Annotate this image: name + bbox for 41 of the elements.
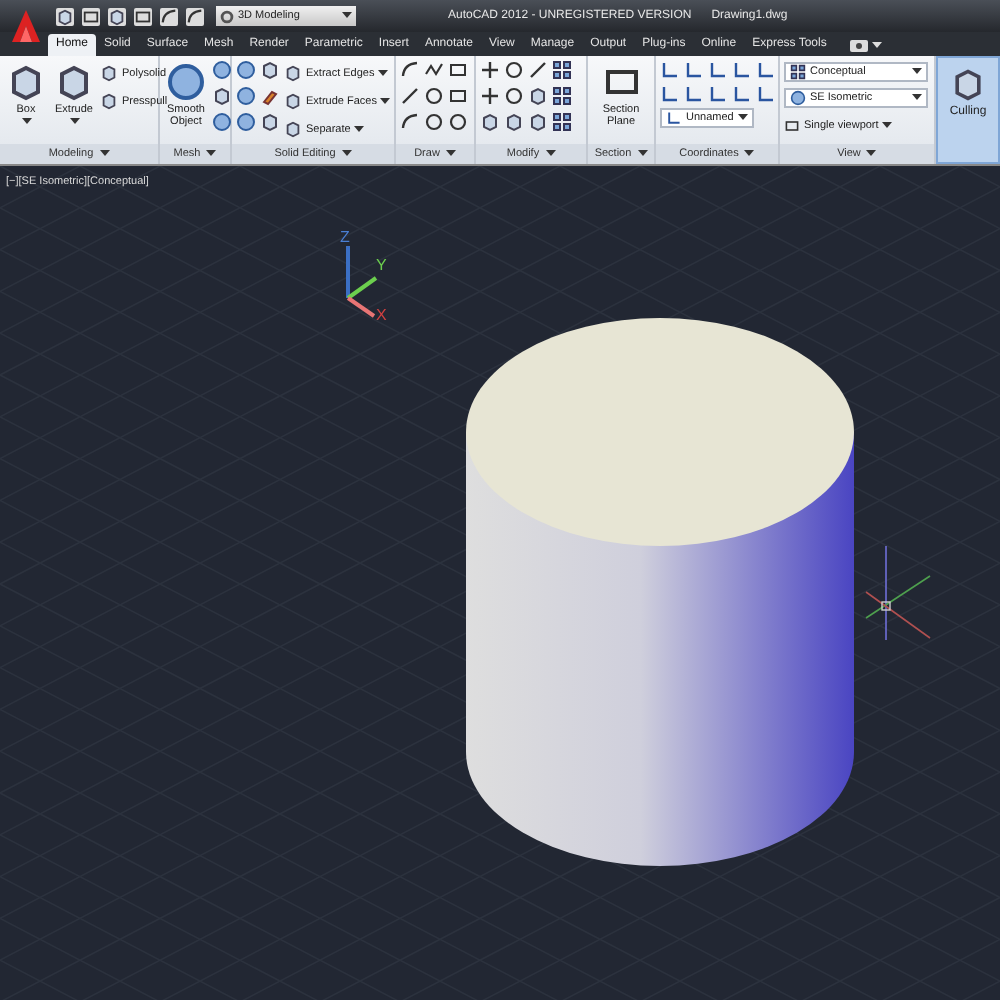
crosshair-cursor-icon (865, 545, 931, 641)
caret-icon (206, 150, 217, 158)
circle-icon[interactable] (504, 60, 524, 80)
ribbon-options-button[interactable] (850, 34, 883, 56)
arc-icon[interactable] (400, 60, 420, 80)
caret-icon (872, 41, 883, 49)
caret-icon (866, 150, 877, 158)
rectangle-icon[interactable] (784, 117, 800, 133)
caret-icon (637, 150, 648, 158)
array-icon[interactable] (552, 60, 572, 80)
polyline-icon[interactable] (424, 60, 444, 80)
array-icon[interactable] (552, 112, 572, 132)
brush-icon[interactable] (260, 86, 280, 106)
caret-icon (341, 150, 352, 158)
arc-icon[interactable] (186, 7, 204, 25)
sphere-icon[interactable] (790, 90, 806, 106)
arc-icon[interactable] (400, 112, 420, 132)
move-icon[interactable] (480, 86, 500, 106)
caret-icon (744, 150, 755, 158)
ucs-axes-icon (346, 246, 378, 318)
circle-icon[interactable] (424, 86, 444, 106)
rectangle-icon[interactable] (134, 7, 152, 25)
circle-icon[interactable] (448, 112, 468, 132)
move-icon[interactable] (480, 60, 500, 80)
array-icon[interactable] (790, 64, 806, 80)
caret-icon (99, 150, 110, 158)
axis-label: Y (376, 256, 387, 274)
arc-icon[interactable] (160, 7, 178, 25)
circle-icon[interactable] (504, 86, 524, 106)
axis-label: X (376, 306, 387, 324)
sphere-icon[interactable] (166, 62, 206, 102)
rectangle-icon[interactable] (82, 7, 100, 25)
caret-icon (545, 150, 556, 158)
logo-icon (10, 8, 42, 44)
line-icon[interactable] (528, 60, 548, 80)
axis-label: Z (340, 228, 350, 246)
caret-icon (342, 12, 352, 20)
array-icon[interactable] (552, 86, 572, 106)
line-icon[interactable] (400, 86, 420, 106)
circle-icon[interactable] (424, 112, 444, 132)
caret-icon (445, 150, 456, 158)
